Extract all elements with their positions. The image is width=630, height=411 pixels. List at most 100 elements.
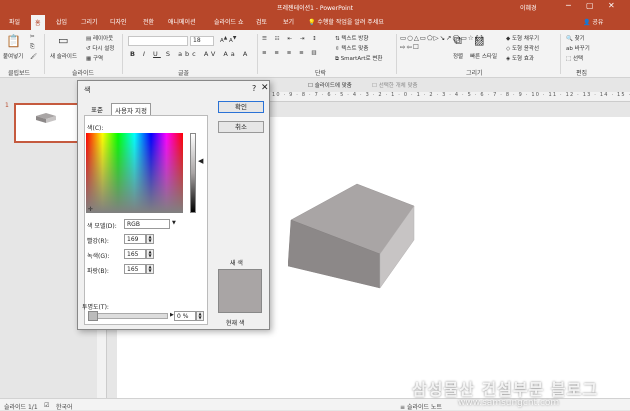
blue-label: 파랑(B): (87, 268, 109, 275)
drawing-group-label: 그리기 (466, 70, 483, 77)
paste-button[interactable]: 붙여넣기 (3, 52, 23, 60)
dialog-close-icon[interactable]: ✕ (261, 83, 269, 93)
red-stepper[interactable]: ▲ ▼ (146, 234, 154, 244)
tab-design[interactable]: 디자인 (110, 17, 127, 26)
shape-outline-button[interactable]: ◇ 도형 윤곽선 (506, 44, 539, 52)
arrange-icon[interactable]: ⧉ (454, 34, 462, 48)
tab-transitions[interactable]: 전환 (143, 17, 154, 26)
paste-icon[interactable]: 📋 (6, 34, 21, 48)
shapes-gallery[interactable]: ▭○△▭⬠▷↘↗◯▭☆{}⇨⇦☐ (400, 34, 484, 52)
new-slide-icon[interactable]: ▭ (58, 34, 68, 47)
paragraph-group-label: 단락 (315, 70, 327, 77)
transparency-slider-thumb[interactable] (88, 311, 98, 321)
slides-group-label: 슬라이드 (72, 70, 95, 77)
smartart-button[interactable]: ⧉ SmartArt로 변환 (335, 54, 382, 63)
fit-slide-option[interactable]: ☐ 슬라이드에 맞춤 (308, 81, 352, 89)
color-model-select[interactable]: RGB (124, 219, 170, 229)
cut-icon[interactable]: ✂ (30, 34, 35, 40)
separator (396, 34, 397, 74)
blue-stepper[interactable]: ▲ ▼ (146, 264, 154, 274)
separator (44, 34, 45, 74)
tab-review[interactable]: 검토 (256, 17, 267, 26)
replace-button[interactable]: ab 바꾸기 (566, 44, 590, 52)
transparency-input[interactable]: 0 % (174, 311, 196, 321)
spellcheck-icon[interactable]: ☑ (44, 402, 49, 409)
tab-file[interactable]: 파일 (9, 17, 20, 26)
blue-input[interactable]: 165 (124, 264, 146, 274)
watermark-text: 삼성물산 건설부문 블로그 (412, 380, 599, 399)
reset-button[interactable]: ↺ 다시 설정 (86, 44, 114, 52)
tab-insert[interactable]: 삽입 (56, 17, 67, 26)
dialog-title: 색 (84, 86, 91, 94)
separator (560, 34, 561, 74)
title-bar: 프레젠테이션1 - PowerPoint 이혜경 ─ ▢ ✕ (0, 0, 630, 14)
maximize-icon[interactable]: ▢ (586, 1, 594, 10)
list-icons[interactable]: ☰ ☷ ⇤ ⇥ ↕ (262, 36, 320, 42)
tab-standard[interactable]: 표준 (88, 103, 106, 115)
font-format-icons[interactable]: B I U S abc AV Aa A (130, 50, 250, 58)
colors-label: 색(C): (87, 125, 104, 132)
red-input[interactable]: 169 (124, 234, 146, 244)
chevron-down-icon[interactable]: ▼ (172, 220, 176, 226)
format-painter-icon[interactable]: 🖌 (30, 54, 37, 60)
green-label: 녹색(G): (87, 253, 110, 260)
crosshair-icon: ✛ (88, 206, 94, 213)
section-button[interactable]: ▦ 구역 (86, 54, 103, 62)
current-color-label: 현재 색 (226, 320, 245, 327)
cancel-button[interactable]: 취소 (218, 121, 264, 133)
color-spectrum[interactable] (86, 133, 183, 213)
align-text-button[interactable]: ⇳ 텍스트 맞춤 (335, 44, 368, 52)
ok-button[interactable]: 확인 (218, 101, 264, 113)
transparency-slider[interactable] (88, 313, 168, 319)
shape-effects-button[interactable]: ◈ 도형 효과 (506, 54, 534, 62)
tab-animations[interactable]: 애니메이션 (168, 17, 196, 26)
transparency-stepper[interactable]: ▲ ▼ (196, 311, 204, 321)
separator (257, 34, 258, 74)
select-button[interactable]: ⬚ 선택 (566, 54, 583, 62)
transparency-label: 투명도(T): (82, 304, 109, 311)
slide-thumbnail-shape (36, 113, 56, 123)
tab-slideshow[interactable]: 슬라이드 쇼 (214, 17, 244, 26)
tab-home[interactable]: 홈 (31, 15, 45, 30)
user-name[interactable]: 이혜경 (520, 3, 537, 12)
align-icons[interactable]: ≡ ≡ ≡ ≡ ▥ (262, 50, 320, 56)
quick-styles-icon[interactable]: ▨ (474, 34, 484, 47)
tab-draw[interactable]: 그리기 (81, 17, 98, 26)
luminance-bar[interactable] (190, 133, 196, 213)
green-stepper[interactable]: ▲ ▼ (146, 249, 154, 259)
quick-styles-button[interactable]: 빠른 스타일 (470, 52, 497, 60)
green-input[interactable]: 165 (124, 249, 146, 259)
close-icon[interactable]: ✕ (608, 1, 615, 10)
arrange-button[interactable]: 정렬 (453, 52, 463, 60)
share-button[interactable]: 👤 공유 (583, 17, 603, 26)
layout-button[interactable]: ▤ 레이아웃 (86, 34, 113, 42)
color-preview-swatch (218, 269, 262, 313)
text-direction-button[interactable]: ⇅ 텍스트 방향 (335, 34, 368, 42)
shape-fill-button[interactable]: ◆ 도형 채우기 (506, 34, 539, 42)
colors-dialog: 색 ? ✕ 표준 사용자 지정 색(C): ✛ ◀ 색 모델(D): RGB ▼… (77, 80, 270, 330)
font-name-select[interactable] (128, 36, 188, 46)
font-group-label: 글꼴 (178, 70, 190, 77)
watermark-url: www.samsungcnt.com (458, 398, 560, 408)
3d-box-shape[interactable] (288, 182, 418, 292)
grow-font-icon[interactable]: A▲ A▼ (220, 36, 236, 44)
clipboard-group-label: 클립보드 (8, 70, 31, 77)
separator (122, 34, 123, 74)
slide-number: 1 (5, 102, 9, 109)
tell-me-search[interactable]: 💡 수행할 작업을 알려 주세요 (308, 17, 384, 26)
minimize-icon[interactable]: ─ (566, 1, 571, 10)
slide-thumbnail[interactable] (14, 103, 84, 143)
tab-view[interactable]: 보기 (283, 17, 294, 26)
find-button[interactable]: 🔍 찾기 (566, 34, 585, 42)
fit-selected-option[interactable]: ☐ 선택한 개체 맞춤 (372, 81, 418, 89)
red-label: 빨강(R): (87, 238, 109, 245)
zoom-option-bar: ☐ 슬라이드에 맞춤 ☐ 선택한 개체 맞춤 (270, 79, 630, 92)
new-slide-button[interactable]: 새 슬라이드 (50, 52, 77, 60)
new-color-label: 새 색 (230, 260, 243, 267)
copy-icon[interactable]: ⎘ (30, 44, 34, 51)
editing-group-label: 편집 (576, 70, 588, 77)
font-size-select[interactable]: 18 (190, 36, 214, 46)
luminance-pointer-icon[interactable]: ◀ (198, 157, 203, 165)
help-icon[interactable]: ? (252, 84, 256, 93)
color-model-label: 색 모델(D): (87, 223, 117, 230)
